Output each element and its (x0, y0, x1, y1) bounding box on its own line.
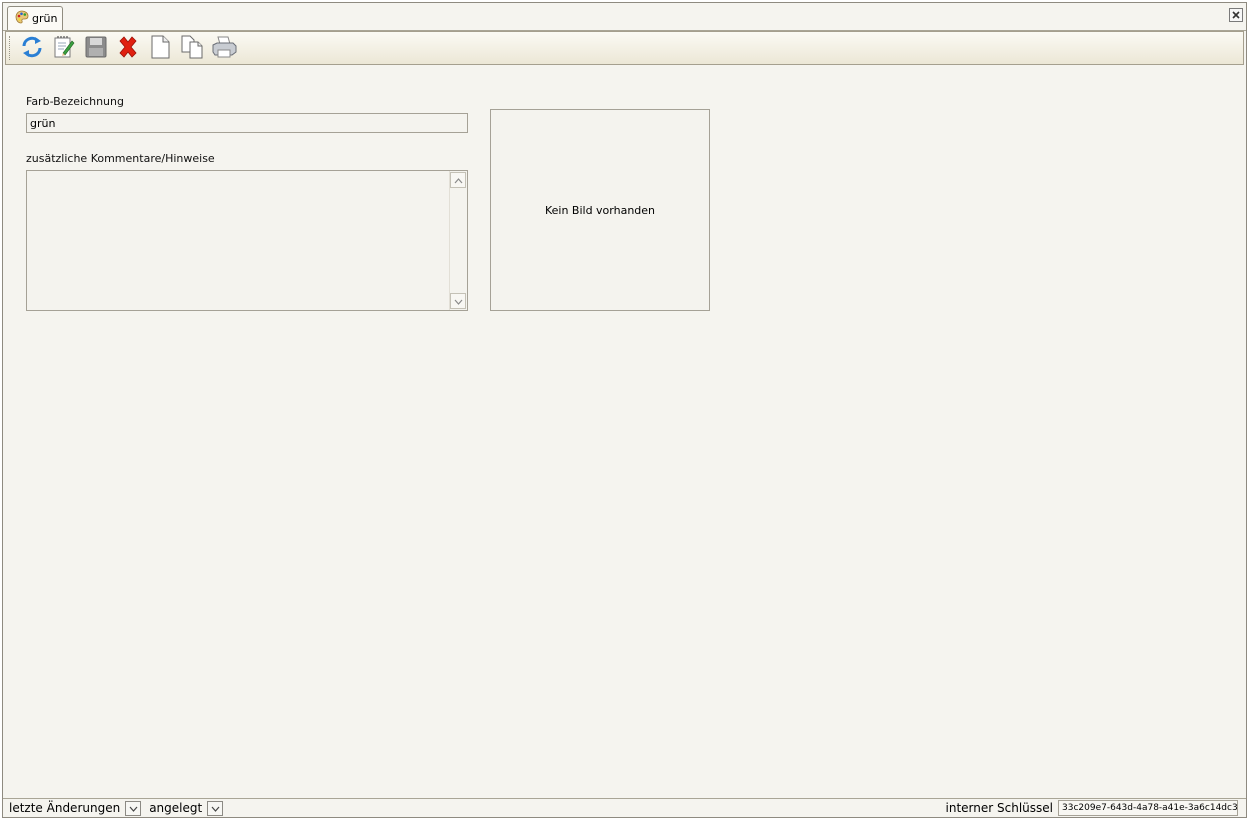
toolbar-grip[interactable] (9, 36, 12, 60)
print-button[interactable] (208, 34, 240, 62)
chevron-down-icon (129, 801, 138, 815)
created-dropdown[interactable] (207, 800, 224, 816)
tab-gruen[interactable]: grün (7, 6, 63, 30)
color-name-input[interactable] (26, 113, 468, 133)
color-name-label: Farb-Bezeichnung (26, 95, 124, 108)
refresh-icon (20, 35, 44, 62)
save-button[interactable] (80, 34, 112, 62)
save-icon (84, 35, 108, 62)
internal-key-value: 33c209e7-643d-4a78-a41e-3a6c14dc3369 (1062, 803, 1238, 813)
scroll-down-button[interactable] (450, 293, 466, 309)
document-window: grün Farb-Bezeichnung grün zusätzliche K… (2, 2, 1247, 818)
edit-button[interactable] (48, 34, 80, 62)
comments-textarea[interactable] (26, 170, 468, 311)
status-bar: letzte Änderungen angelegt interner Schl… (3, 798, 1246, 817)
edit-icon (52, 35, 76, 62)
print-icon (211, 35, 237, 62)
image-preview[interactable]: Kein Bild vorhanden (490, 109, 710, 311)
comments-text (27, 171, 467, 177)
no-image-text: Kein Bild vorhanden (544, 203, 656, 217)
delete-icon (116, 35, 140, 62)
chevron-down-icon (454, 295, 463, 308)
created-label: angelegt (149, 801, 203, 815)
refresh-button[interactable] (16, 34, 48, 62)
chevron-down-icon (211, 801, 220, 815)
copy-document-icon (180, 35, 204, 62)
last-changes-label: letzte Änderungen (9, 801, 121, 815)
internal-key-label: interner Schlüssel (945, 801, 1053, 815)
internal-key-field[interactable]: 33c209e7-643d-4a78-a41e-3a6c14dc3369 (1058, 800, 1238, 816)
tab-strip: grün (3, 3, 1246, 31)
tab-label: grün (32, 12, 58, 25)
comments-label: zusätzliche Kommentare/Hinweise (26, 152, 215, 165)
last-changes-dropdown[interactable] (125, 800, 142, 816)
new-document-icon (149, 35, 171, 62)
toolbar (5, 31, 1244, 65)
new-document-button[interactable] (144, 34, 176, 62)
close-tab-button[interactable] (1229, 8, 1243, 22)
close-icon (1232, 9, 1240, 22)
internal-key-section: interner Schlüssel 33c209e7-643d-4a78-a4… (946, 799, 1238, 817)
scroll-up-button[interactable] (450, 172, 466, 188)
copy-document-button[interactable] (176, 34, 208, 62)
chevron-up-icon (454, 174, 463, 187)
form-area: Farb-Bezeichnung zusätzliche Kommentare/… (3, 65, 1246, 799)
comments-scrollbar[interactable] (449, 171, 467, 310)
palette-icon (15, 10, 29, 27)
delete-button[interactable] (112, 34, 144, 62)
